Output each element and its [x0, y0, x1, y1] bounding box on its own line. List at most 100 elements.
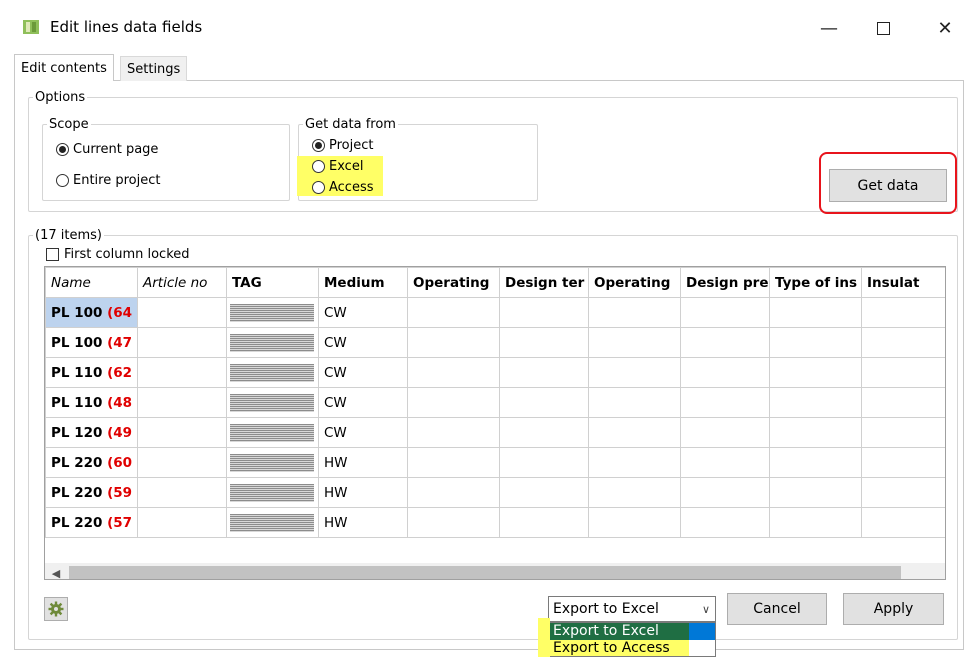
column-header-operating-2[interactable]: Operating	[588, 267, 681, 298]
cell-name[interactable]: PL 110 (62	[45, 357, 138, 388]
cell-empty[interactable]	[499, 327, 589, 358]
cell-empty[interactable]	[407, 297, 500, 328]
table-row[interactable]: PL 110 (62 CW	[45, 357, 945, 388]
settings-button[interactable]	[44, 597, 68, 621]
cell-medium[interactable]: CW	[318, 327, 408, 358]
cell-article-no[interactable]	[137, 507, 227, 538]
cell-empty[interactable]	[499, 297, 589, 328]
cell-empty[interactable]	[861, 447, 945, 478]
cell-empty[interactable]	[588, 477, 681, 508]
cell-empty[interactable]	[769, 327, 862, 358]
source-project-radio[interactable]: Project	[312, 138, 373, 153]
column-header-design-temp[interactable]: Design ter	[499, 267, 589, 298]
cell-article-no[interactable]	[137, 477, 227, 508]
cell-empty[interactable]	[861, 327, 945, 358]
cell-article-no[interactable]	[137, 387, 227, 418]
cell-article-no[interactable]	[137, 447, 227, 478]
cell-empty[interactable]	[499, 447, 589, 478]
column-header-article-no[interactable]: Article no	[137, 267, 227, 298]
cell-tag[interactable]	[226, 447, 319, 478]
cell-tag[interactable]	[226, 507, 319, 538]
export-option-access[interactable]: Export to Access	[549, 640, 715, 656]
cell-empty[interactable]	[769, 447, 862, 478]
cell-medium[interactable]: CW	[318, 387, 408, 418]
cell-empty[interactable]	[769, 387, 862, 418]
column-header-design-pressure[interactable]: Design pre	[680, 267, 770, 298]
cell-empty[interactable]	[588, 357, 681, 388]
column-header-name[interactable]: Name	[45, 267, 138, 298]
scope-current-page-radio[interactable]: Current page	[56, 142, 158, 157]
apply-button[interactable]: Apply	[843, 593, 944, 625]
cell-empty[interactable]	[407, 387, 500, 418]
cell-empty[interactable]	[861, 387, 945, 418]
cell-empty[interactable]	[588, 387, 681, 418]
cell-empty[interactable]	[680, 357, 770, 388]
cell-empty[interactable]	[407, 417, 500, 448]
cell-empty[interactable]	[861, 507, 945, 538]
cell-article-no[interactable]	[137, 297, 227, 328]
cell-empty[interactable]	[499, 357, 589, 388]
cell-name[interactable]: PL 110 (48	[45, 387, 138, 418]
cell-tag[interactable]	[226, 327, 319, 358]
cell-empty[interactable]	[499, 477, 589, 508]
cell-empty[interactable]	[588, 447, 681, 478]
cell-empty[interactable]	[499, 387, 589, 418]
cell-empty[interactable]	[407, 447, 500, 478]
cancel-button[interactable]: Cancel	[727, 593, 827, 625]
cell-medium[interactable]: CW	[318, 417, 408, 448]
cell-tag[interactable]	[226, 357, 319, 388]
tab-edit-contents[interactable]: Edit contents	[14, 54, 114, 81]
cell-empty[interactable]	[407, 507, 500, 538]
cell-empty[interactable]	[769, 297, 862, 328]
cell-medium[interactable]: CW	[318, 297, 408, 328]
table-row[interactable]: PL 100 (64 CW	[45, 297, 945, 328]
cell-empty[interactable]	[407, 477, 500, 508]
table-row[interactable]: PL 110 (48 CW	[45, 387, 945, 418]
cell-article-no[interactable]	[137, 327, 227, 358]
cell-empty[interactable]	[861, 357, 945, 388]
column-header-tag[interactable]: TAG	[226, 267, 319, 298]
cell-empty[interactable]	[680, 297, 770, 328]
cell-empty[interactable]	[588, 507, 681, 538]
cell-empty[interactable]	[861, 297, 945, 328]
cell-empty[interactable]	[588, 297, 681, 328]
cell-name[interactable]: PL 220 (59	[45, 477, 138, 508]
cell-empty[interactable]	[861, 477, 945, 508]
minimize-button[interactable]: —	[806, 12, 852, 44]
cell-empty[interactable]	[680, 507, 770, 538]
cell-medium[interactable]: CW	[318, 357, 408, 388]
cell-empty[interactable]	[588, 327, 681, 358]
cell-medium[interactable]: HW	[318, 477, 408, 508]
cell-empty[interactable]	[680, 387, 770, 418]
column-header-medium[interactable]: Medium	[318, 267, 408, 298]
cell-empty[interactable]	[407, 327, 500, 358]
scroll-right-icon[interactable]: ▶	[943, 564, 945, 579]
scroll-left-icon[interactable]: ◀	[47, 564, 65, 580]
cell-name[interactable]: PL 100 (47	[45, 327, 138, 358]
cell-empty[interactable]	[769, 507, 862, 538]
cell-empty[interactable]	[680, 447, 770, 478]
cell-empty[interactable]	[499, 507, 589, 538]
table-row[interactable]: PL 120 (49 CW	[45, 417, 945, 448]
column-header-operating[interactable]: Operating	[407, 267, 500, 298]
close-button[interactable]: ✕	[922, 12, 968, 44]
cell-name[interactable]: PL 220 (57	[45, 507, 138, 538]
cell-medium[interactable]: HW	[318, 507, 408, 538]
source-access-radio[interactable]: Access	[312, 180, 374, 195]
cell-empty[interactable]	[680, 417, 770, 448]
cell-empty[interactable]	[861, 417, 945, 448]
cell-empty[interactable]	[588, 417, 681, 448]
cell-tag[interactable]	[226, 387, 319, 418]
cell-tag[interactable]	[226, 417, 319, 448]
cell-tag[interactable]	[226, 297, 319, 328]
maximize-button[interactable]	[860, 12, 906, 44]
cell-empty[interactable]	[407, 357, 500, 388]
cell-empty[interactable]	[499, 417, 589, 448]
column-header-insulation[interactable]: Insulat	[861, 267, 945, 298]
horizontal-scrollbar[interactable]: ◀ ▶	[45, 563, 945, 580]
cell-empty[interactable]	[769, 477, 862, 508]
column-header-type-of-insulation[interactable]: Type of ins	[769, 267, 862, 298]
cell-article-no[interactable]	[137, 357, 227, 388]
table-row[interactable]: PL 220 (57 HW	[45, 507, 945, 538]
export-option-excel[interactable]: Export to Excel	[549, 623, 715, 640]
